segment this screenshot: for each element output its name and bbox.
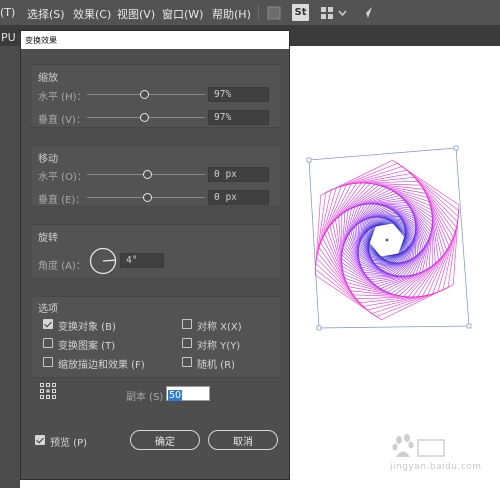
scale-group-title: 缩放	[38, 73, 58, 84]
rotate-angle-label: 角度 (A)：	[38, 261, 86, 272]
scale-vertical-field[interactable]: 97%	[208, 110, 269, 125]
baidu-watermark: jingyan.baidu.com	[380, 432, 492, 482]
copies-label: 副本 (S)	[126, 392, 164, 403]
menu-effect[interactable]: 效果(C)	[73, 6, 111, 22]
menu-help[interactable]: 帮助(H)	[212, 6, 251, 22]
scale-horizontal-label: 水平 (H)：	[38, 92, 87, 103]
angle-dial[interactable]	[89, 247, 117, 275]
random-checkbox[interactable]	[182, 357, 192, 367]
random-label: 随机 (R)	[197, 360, 235, 371]
move-group-title: 移动	[38, 154, 58, 165]
cancel-button[interactable]: 取消	[208, 430, 278, 450]
reflect-y-label: 对称 Y(Y)	[197, 341, 241, 352]
toolbar-separator	[258, 5, 259, 21]
transform-objects-label: 变换对象 (B)	[58, 322, 116, 333]
reference-point-icon[interactable]	[40, 383, 56, 399]
move-horizontal-field[interactable]: 0 px	[208, 167, 269, 182]
send-arrow-icon[interactable]	[358, 4, 374, 21]
transform-objects-checkbox[interactable]	[43, 319, 53, 329]
workspace-grid-icon[interactable]	[320, 4, 348, 21]
copies-field[interactable]: 50	[166, 386, 210, 401]
preview-label: 预览 (P)	[50, 438, 88, 449]
scale-strokes-checkbox[interactable]	[43, 357, 53, 367]
reflect-x-label: 对称 X(X)	[197, 322, 242, 333]
scale-horizontal-field[interactable]: 97%	[208, 87, 269, 102]
scale-group: 缩放 水平 (H)： 97% 垂直 (V)： 97%	[30, 64, 282, 128]
preview-checkbox[interactable]	[35, 435, 45, 445]
bridge-icon[interactable]	[266, 4, 282, 21]
angle-dial-icon	[89, 247, 117, 275]
move-vertical-field[interactable]: 0 px	[208, 190, 269, 205]
reflect-x-checkbox[interactable]	[182, 319, 192, 329]
move-vertical-slider[interactable]	[143, 193, 152, 202]
transform-effect-dialog: 变换效果 缩放 水平 (H)： 97% 垂直 (V)： 97% 移动 水平 (O…	[20, 30, 290, 480]
menu-type[interactable]: (T)	[0, 6, 15, 19]
menu-bar: (T) 选择(S) 效果(C) 视图(V) 窗口(W) 帮助(H) St	[0, 0, 500, 26]
stock-icon[interactable]: St	[292, 4, 309, 21]
scale-horizontal-slider[interactable]	[139, 90, 149, 99]
options-group: 选项 变换对象 (B) 变换图案 (T) 缩放描边和效果 (F) 对称 X(X)…	[30, 296, 282, 378]
dialog-title: 变换效果	[21, 31, 289, 49]
copies-value: 50	[168, 390, 183, 401]
move-group: 移动 水平 (O)： 0 px 垂直 (E)： 0 px	[30, 145, 282, 207]
left-toolbar-gutter	[0, 46, 20, 488]
move-horizontal-slider[interactable]	[143, 170, 152, 179]
move-horizontal-label: 水平 (O)：	[38, 172, 87, 183]
menu-window[interactable]: 窗口(W)	[162, 6, 203, 22]
spiral-hexagon-artwork[interactable]	[291, 46, 500, 488]
artboard-canvas[interactable]	[291, 46, 500, 488]
baidu-paw-logo-icon	[392, 434, 445, 457]
transform-patterns-checkbox[interactable]	[43, 338, 53, 348]
rotate-group: 旋转 角度 (A)： 4°	[30, 224, 282, 279]
options-group-title: 选项	[38, 304, 58, 315]
move-vertical-label: 垂直 (E)：	[38, 195, 86, 206]
menu-select[interactable]: 选择(S)	[27, 6, 65, 22]
scale-vertical-slider[interactable]	[139, 113, 149, 122]
menu-view[interactable]: 视图(V)	[117, 6, 155, 22]
rotate-group-title: 旋转	[38, 233, 58, 244]
ok-button[interactable]: 确定	[130, 430, 200, 450]
scale-vertical-label: 垂直 (V)：	[38, 115, 86, 126]
selection-bounding-box	[306, 145, 472, 331]
rotate-angle-field[interactable]: 4°	[120, 253, 164, 268]
watermark-url: jingyan.baidu.com	[390, 462, 482, 472]
scale-strokes-label: 缩放描边和效果 (F)	[58, 360, 145, 371]
transform-patterns-label: 变换图案 (T)	[58, 341, 116, 352]
reflect-y-checkbox[interactable]	[182, 338, 192, 348]
